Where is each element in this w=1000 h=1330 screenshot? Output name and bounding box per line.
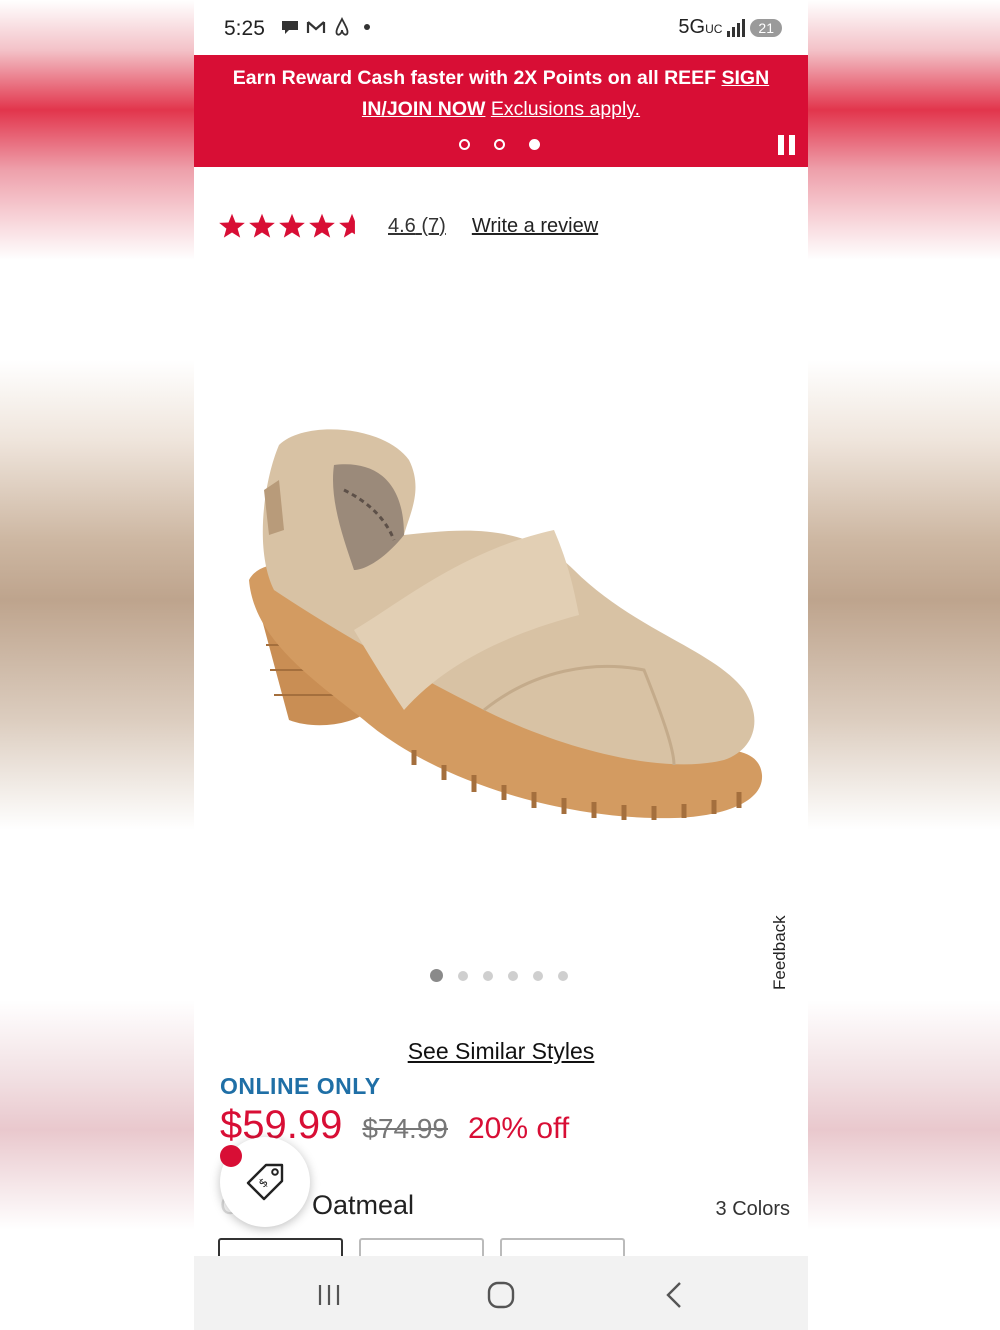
pause-icon[interactable] (778, 135, 796, 155)
exclusions-link[interactable]: Exclusions apply. (491, 98, 640, 120)
gmail-icon (306, 21, 326, 33)
battery-icon: 21 (750, 18, 782, 37)
colors-count: 3 Colors (715, 1198, 790, 1220)
recents-icon[interactable] (314, 1280, 344, 1310)
see-similar-styles-link[interactable]: See Similar Styles (194, 1038, 808, 1065)
promo-message: Earn Reward Cash faster with 2X Points o… (232, 67, 722, 89)
star-rating (218, 212, 366, 240)
promo-dot-1[interactable] (459, 139, 470, 150)
promo-banner: Earn Reward Cash faster with 2X Points o… (194, 55, 808, 167)
product-image[interactable] (234, 420, 774, 840)
star-icon (279, 213, 305, 238)
rating-row: 4.6 (7) Write a review (218, 212, 598, 240)
half-star-icon (339, 213, 365, 238)
color-value: Oatmeal (312, 1190, 415, 1220)
feedback-tab[interactable]: Feedback (770, 915, 790, 990)
rating-value-link[interactable]: 4.6 (7) (388, 215, 446, 238)
online-only-badge: ONLINE ONLY (220, 1073, 381, 1099)
airbnb-icon (335, 17, 349, 36)
home-icon[interactable] (486, 1280, 516, 1310)
image-pagination (430, 969, 568, 982)
navigation-bar (194, 1256, 808, 1330)
image-dot-6[interactable] (558, 970, 568, 981)
notification-dot (364, 24, 370, 30)
original-price: $74.99 (362, 1113, 448, 1144)
image-dot-2[interactable] (458, 970, 468, 981)
promo-dot-2[interactable] (494, 139, 505, 150)
star-icon (249, 213, 275, 238)
promo-pagination (459, 139, 540, 150)
image-dot-4[interactable] (508, 970, 518, 981)
phone-screen: 5:25 5GUC 21 Earn Reward Cash faster wit… (194, 0, 808, 1330)
promo-dot-3[interactable] (529, 139, 540, 150)
rating-value: 4.6 (388, 214, 416, 237)
star-icon (309, 213, 335, 238)
status-time: 5:25 (224, 17, 265, 40)
write-review-link[interactable]: Write a review (472, 215, 598, 238)
network-sub-label: UC (705, 22, 723, 36)
price-tag-icon: $ (246, 1163, 284, 1201)
star-icon (219, 213, 245, 238)
svg-text:$: $ (256, 1175, 271, 1190)
status-bar: 5:25 5GUC 21 (194, 0, 808, 55)
image-dot-3[interactable] (483, 970, 493, 981)
image-dot-5[interactable] (533, 970, 543, 981)
back-icon[interactable] (660, 1280, 690, 1310)
promo-text: Earn Reward Cash faster with 2X Points o… (206, 63, 796, 125)
signal-icon (727, 18, 746, 37)
image-dot-1[interactable] (430, 969, 443, 982)
notification-badge (220, 1145, 242, 1167)
discount-label: 20% off (467, 1112, 570, 1145)
rating-count: (7) (421, 214, 446, 237)
chat-icon (282, 21, 298, 34)
network-label: 5G (678, 16, 706, 38)
